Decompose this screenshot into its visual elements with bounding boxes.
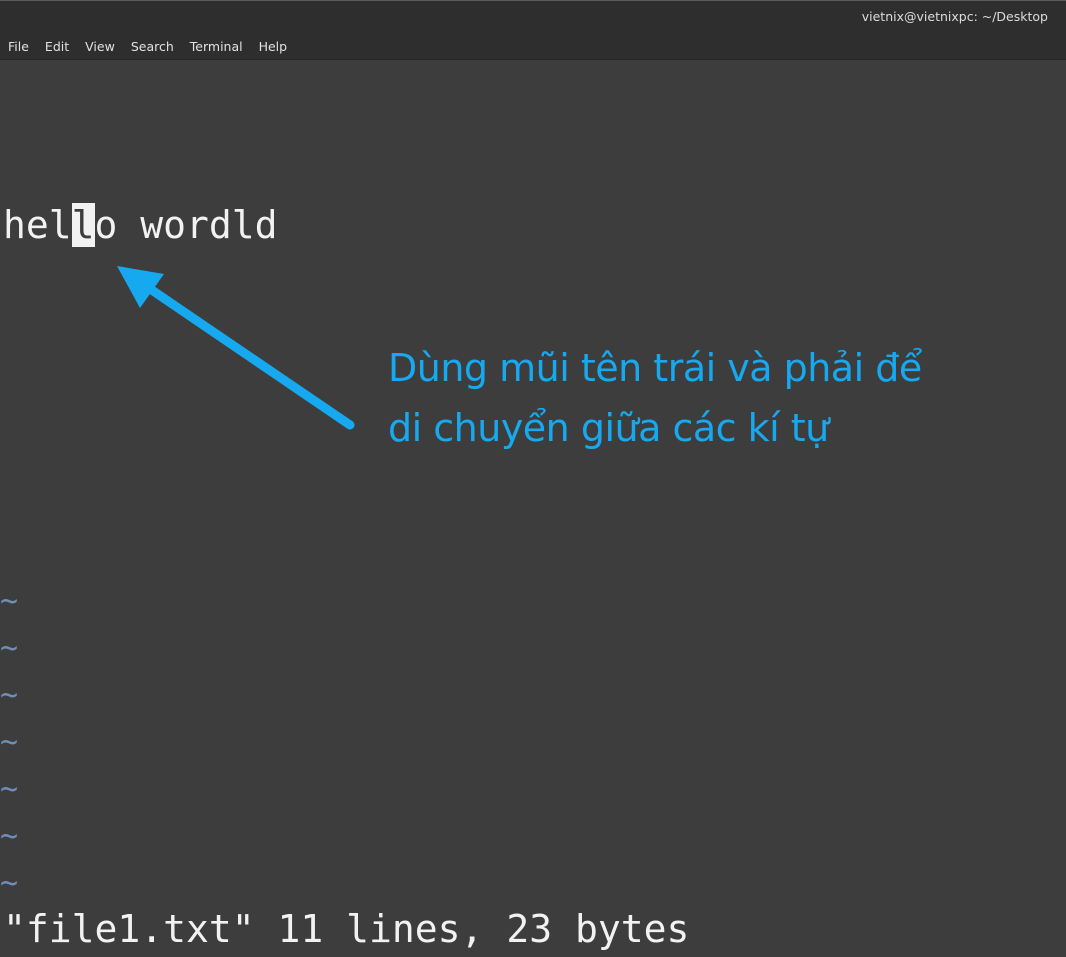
empty-line-marker: ~ [0, 772, 19, 807]
menu-file[interactable]: File [8, 39, 29, 54]
menu-search[interactable]: Search [131, 39, 174, 54]
terminal-window: vietnix@vietnixpc: ~/Desktop File Edit V… [0, 0, 1066, 957]
empty-line-marker: ~ [0, 631, 19, 666]
menu-view[interactable]: View [85, 39, 115, 54]
empty-line-marker: ~ [0, 584, 19, 619]
terminal-area[interactable]: hello wordld Dùng mũi tên trái và phải đ… [0, 60, 1066, 957]
annotation-callout: Dùng mũi tên trái và phải để di chuyển g… [388, 338, 922, 458]
block-cursor: l [71, 203, 95, 247]
status-line: "file1.txt" 11 lines, 23 bytes [3, 907, 690, 951]
annotation-line-2: di chuyển giữa các kí tự [388, 406, 829, 450]
text-before-cursor: hel [3, 203, 72, 247]
menu-terminal[interactable]: Terminal [190, 39, 243, 54]
buffer-line: hello wordld [3, 202, 278, 249]
menu-bar: File Edit View Search Terminal Help [0, 33, 1066, 60]
window-title: vietnix@vietnixpc: ~/Desktop [861, 9, 1048, 24]
text-after-cursor: o wordld [94, 203, 278, 247]
empty-line-marker: ~ [0, 678, 19, 713]
menu-edit[interactable]: Edit [45, 39, 69, 54]
empty-line-marker: ~ [0, 725, 19, 760]
empty-line-marker: ~ [0, 866, 19, 901]
title-bar[interactable]: vietnix@vietnixpc: ~/Desktop [0, 0, 1066, 33]
annotation-line-1: Dùng mũi tên trái và phải để [388, 346, 922, 390]
menu-help[interactable]: Help [259, 39, 288, 54]
arrow-up-left-icon [117, 266, 355, 430]
empty-line-marker: ~ [0, 819, 19, 854]
